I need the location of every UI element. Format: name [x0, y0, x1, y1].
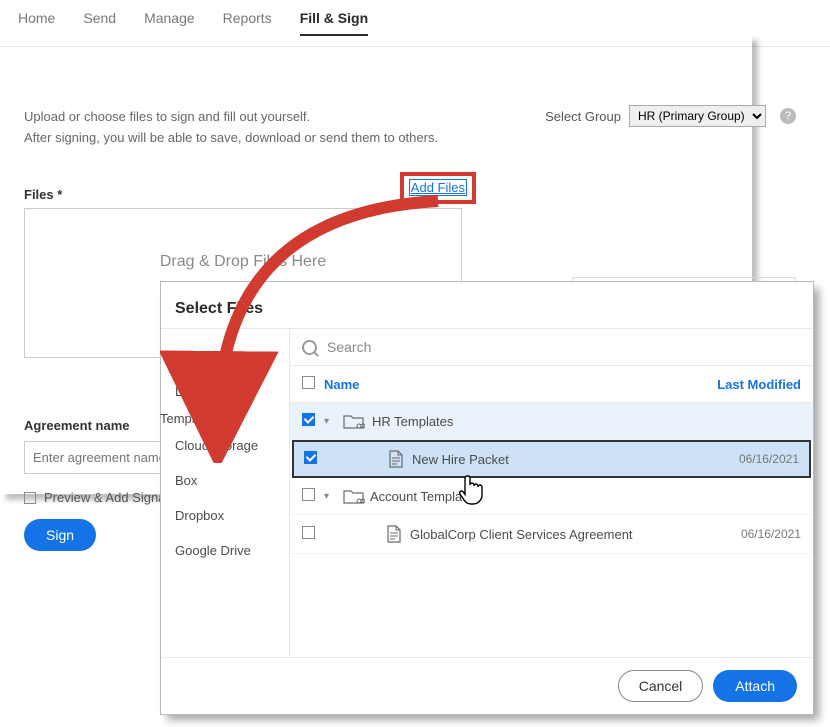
- row-globalcorp-name: GlobalCorp Client Services Agreement: [410, 527, 741, 542]
- top-nav: Home Send Manage Reports Fill & Sign: [0, 0, 830, 47]
- cancel-button[interactable]: Cancel: [618, 670, 704, 702]
- search-row[interactable]: Search: [290, 329, 813, 366]
- add-files-link[interactable]: Add Files: [409, 179, 467, 196]
- search-placeholder: Search: [327, 339, 371, 355]
- row-globalcorp-modified: 06/16/2021: [741, 527, 801, 541]
- modal-title: Select Files: [161, 282, 813, 328]
- add-files-highlight: Add Files: [400, 172, 476, 204]
- row-new-hire-packet[interactable]: New Hire Packet 06/16/2021: [292, 440, 811, 478]
- attach-button[interactable]: Attach: [713, 670, 797, 702]
- dropzone-text: Drag & Drop Files Here: [160, 253, 326, 271]
- row-globalcorp[interactable]: GlobalCorp Client Services Agreement 06/…: [290, 515, 813, 554]
- row-account-templates-name: Account Templates: [370, 489, 801, 504]
- caret-icon[interactable]: ▾: [324, 491, 338, 502]
- nav-tab-fill-sign[interactable]: Fill & Sign: [300, 10, 368, 36]
- modal-sidebar: My Computer Library Templates Cloud Stor…: [161, 329, 289, 657]
- header-checkbox[interactable]: [302, 376, 315, 389]
- row-account-templates-checkbox[interactable]: [302, 488, 315, 501]
- row-new-hire-packet-checkbox[interactable]: [304, 451, 317, 464]
- row-globalcorp-checkbox[interactable]: [302, 526, 315, 539]
- side-dropbox[interactable]: Dropbox: [161, 498, 289, 533]
- select-group-dropdown[interactable]: HR (Primary Group): [629, 105, 766, 127]
- nav-tab-send[interactable]: Send: [83, 10, 116, 36]
- header-name[interactable]: Name: [324, 377, 717, 392]
- row-hr-templates[interactable]: ▾ HR Templates: [290, 403, 813, 440]
- row-new-hire-packet-modified: 06/16/2021: [739, 452, 799, 466]
- row-new-hire-packet-name: New Hire Packet: [412, 452, 739, 467]
- header-modified[interactable]: Last Modified: [717, 377, 801, 392]
- modal-main: Search Name Last Modified ▾ HR Templates: [289, 329, 813, 657]
- side-templates[interactable]: Templates: [160, 411, 289, 426]
- intro-line-2: After signing, you will be able to save,…: [24, 128, 806, 148]
- caret-icon[interactable]: ▾: [324, 416, 338, 427]
- sign-button[interactable]: Sign: [24, 519, 96, 551]
- select-group-row: Select Group HR (Primary Group) ?: [545, 105, 796, 127]
- row-hr-templates-name: HR Templates: [370, 414, 801, 429]
- modal-footer: Cancel Attach: [161, 657, 813, 714]
- table-header: Name Last Modified: [290, 366, 813, 403]
- folder-shared-icon: [338, 413, 370, 429]
- nav-tab-home[interactable]: Home: [18, 10, 55, 36]
- select-files-modal: Select Files My Computer Library Templat…: [161, 282, 813, 714]
- side-box[interactable]: Box: [161, 463, 289, 498]
- preview-signatures-checkbox[interactable]: [24, 492, 36, 504]
- side-library[interactable]: Library: [161, 374, 289, 409]
- select-group-label: Select Group: [545, 109, 621, 124]
- document-icon: [380, 450, 412, 468]
- help-icon[interactable]: ?: [780, 108, 796, 124]
- nav-tab-manage[interactable]: Manage: [144, 10, 195, 36]
- row-account-templates[interactable]: ▾ Account Templates: [290, 478, 813, 515]
- side-my-computer[interactable]: My Computer: [161, 339, 289, 374]
- side-google-drive[interactable]: Google Drive: [161, 533, 289, 568]
- preview-signatures-label: Preview & Add Signa: [44, 490, 165, 505]
- row-hr-templates-checkbox[interactable]: [302, 413, 315, 426]
- side-templates-highlight: Templates: [160, 411, 289, 426]
- folder-shared-icon: [338, 488, 370, 504]
- side-cloud-storage[interactable]: Cloud Storage: [161, 428, 289, 463]
- document-icon: [378, 525, 410, 543]
- search-icon: [302, 340, 317, 355]
- nav-tab-reports[interactable]: Reports: [223, 10, 272, 36]
